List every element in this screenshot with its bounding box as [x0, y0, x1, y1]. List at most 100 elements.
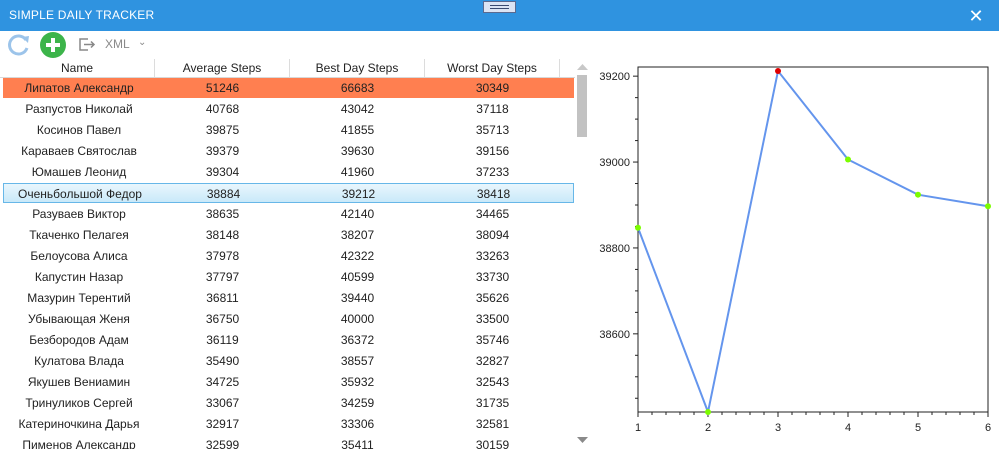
- table-row[interactable]: Разпустов Николай 40768 43042 37118: [3, 99, 574, 119]
- average-steps-cell: 32599: [205, 438, 240, 449]
- table-row[interactable]: Караваев Святослав 39379 39630 39156: [3, 141, 574, 161]
- refresh-icon[interactable]: [6, 33, 32, 57]
- best-day-cell: 43042: [340, 102, 375, 116]
- x-tick-label: 2: [705, 422, 711, 434]
- close-button[interactable]: ✕: [966, 6, 986, 26]
- y-tick-label: 38600: [599, 329, 630, 341]
- name-cell: Караваев Святослав: [21, 144, 137, 158]
- average-steps-cell: 39875: [205, 123, 240, 137]
- table-row[interactable]: Ткаченко Пелагея 38148 38207 38094: [3, 225, 574, 245]
- best-day-cell: 38207: [340, 228, 375, 242]
- y-tick-label: 38800: [599, 243, 630, 255]
- x-tick-label: 5: [915, 422, 921, 434]
- best-day-cell: 33306: [340, 417, 375, 431]
- scroll-down-icon[interactable]: [575, 434, 590, 446]
- best-day-cell: 38557: [340, 354, 375, 368]
- name-cell: Убывающая Женя: [28, 312, 130, 326]
- best-day-cell: 40599: [340, 270, 375, 284]
- average-steps-cell: 34725: [205, 375, 240, 389]
- name-cell: Липатов Александр: [24, 81, 134, 95]
- worst-day-cell: 32581: [475, 417, 510, 431]
- average-steps-cell: 33067: [205, 396, 240, 410]
- worst-day-cell: 31735: [475, 396, 510, 410]
- table-row[interactable]: Катериночкина Дарья 32917 33306 32581: [3, 414, 574, 434]
- table-header: Name Average Steps Best Day Steps Worst …: [0, 59, 575, 78]
- average-steps-cell: 38148: [205, 228, 240, 242]
- table-row[interactable]: Разуваев Виктор 38635 42140 34465: [3, 204, 574, 224]
- data-point: [705, 409, 711, 415]
- scrollbar-thumb[interactable]: [577, 75, 587, 137]
- best-day-cell: 42322: [340, 249, 375, 263]
- export-icon[interactable]: [78, 37, 96, 52]
- plot-area-frame: [637, 66, 989, 413]
- window-title: SIMPLE DAILY TRACKER: [9, 8, 155, 22]
- average-steps-cell: 39304: [205, 165, 240, 179]
- name-cell: Разуваев Виктор: [32, 207, 126, 221]
- average-steps-cell: 37978: [205, 249, 240, 263]
- best-day-cell: 42140: [340, 207, 375, 221]
- best-day-cell: 39440: [340, 291, 375, 305]
- x-tick-label: 1: [635, 422, 641, 434]
- table-row[interactable]: Убывающая Женя 36750 40000 33500: [3, 309, 574, 329]
- best-day-cell: 39212: [341, 187, 376, 201]
- steps-table: Name Average Steps Best Day Steps Worst …: [0, 59, 590, 449]
- data-point: [985, 203, 991, 210]
- average-steps-cell: 36750: [205, 312, 240, 326]
- steps-line-chart: 38600 38800 39000 39200 1 2 3 4 5 6: [599, 66, 991, 434]
- name-cell: Пименов Александр: [22, 438, 136, 449]
- chevron-down-icon[interactable]: ⌄: [138, 37, 146, 48]
- average-steps-cell: 32917: [205, 417, 240, 431]
- worst-day-cell: 32543: [475, 375, 510, 389]
- name-cell: Юмашев Леонид: [31, 165, 127, 179]
- average-steps-cell: 38884: [206, 187, 241, 201]
- name-cell: Оченьбольшой Федор: [18, 187, 142, 201]
- table-row[interactable]: Белоусова Алиса 37978 42322 33263: [3, 246, 574, 266]
- worst-day-cell: 33730: [475, 270, 510, 284]
- worst-day-cell: 38094: [475, 228, 510, 242]
- best-day-cell: 35932: [340, 375, 375, 389]
- worst-day-cell: 33500: [475, 312, 510, 326]
- column-header-best[interactable]: Best Day Steps: [290, 59, 425, 77]
- y-tick-label: 39200: [599, 71, 630, 83]
- x-tick-label: 3: [775, 422, 781, 434]
- column-header-name[interactable]: Name: [0, 59, 155, 77]
- table-row[interactable]: Липатов Александр 51246 66683 30349: [3, 78, 574, 98]
- worst-day-cell: 30159: [475, 438, 510, 449]
- worst-day-cell: 35713: [475, 123, 510, 137]
- add-button[interactable]: [40, 32, 66, 58]
- table-row[interactable]: Кулатова Влада 35490 38557 32827: [3, 351, 574, 371]
- format-dropdown[interactable]: XML: [105, 37, 130, 51]
- drag-handle-icon[interactable]: [483, 1, 516, 13]
- worst-day-cell: 39156: [475, 144, 510, 158]
- best-day-cell: 41855: [340, 123, 375, 137]
- best-day-cell: 41960: [340, 165, 375, 179]
- table-row[interactable]: Капустин Назар 37797 40599 33730: [3, 267, 574, 287]
- name-cell: Ткаченко Пелагея: [29, 228, 129, 242]
- table-row[interactable]: Пименов Александр 32599 35411 30159: [3, 435, 574, 449]
- best-day-cell: 40000: [340, 312, 375, 326]
- table-row[interactable]: Якушев Вениамин 34725 35932 32543: [3, 372, 574, 392]
- average-steps-cell: 38635: [205, 207, 240, 221]
- name-cell: Белоусова Алиса: [30, 249, 128, 263]
- name-cell: Мазурин Терентий: [27, 291, 131, 305]
- worst-day-cell: 38418: [476, 187, 511, 201]
- worst-day-cell: 35626: [475, 291, 510, 305]
- table-row[interactable]: Юмашев Леонид 39304 41960 37233: [3, 162, 574, 182]
- table-row[interactable]: Тринуликов Сергей 33067 34259 31735: [3, 393, 574, 413]
- worst-day-cell: 37233: [475, 165, 510, 179]
- table-row[interactable]: Косинов Павел 39875 41855 35713: [3, 120, 574, 140]
- worst-day-cell: 34465: [475, 207, 510, 221]
- table-row[interactable]: Мазурин Терентий 36811 39440 35626: [3, 288, 574, 308]
- table-row[interactable]: Безбородов Адам 36119 36372 35746: [3, 330, 574, 350]
- name-cell: Разпустов Николай: [25, 102, 133, 116]
- column-header-worst[interactable]: Worst Day Steps: [425, 59, 560, 77]
- best-day-cell: 35411: [341, 438, 374, 449]
- name-cell: Кулатова Влада: [34, 354, 124, 368]
- worst-day-cell: 32827: [475, 354, 510, 368]
- average-steps-cell: 37797: [205, 270, 240, 284]
- data-point: [845, 156, 851, 163]
- column-header-average[interactable]: Average Steps: [155, 59, 290, 77]
- scroll-up-icon[interactable]: [575, 61, 590, 73]
- table-row[interactable]: Оченьбольшой Федор 38884 39212 38418: [3, 183, 574, 203]
- average-steps-cell: 35490: [205, 354, 240, 368]
